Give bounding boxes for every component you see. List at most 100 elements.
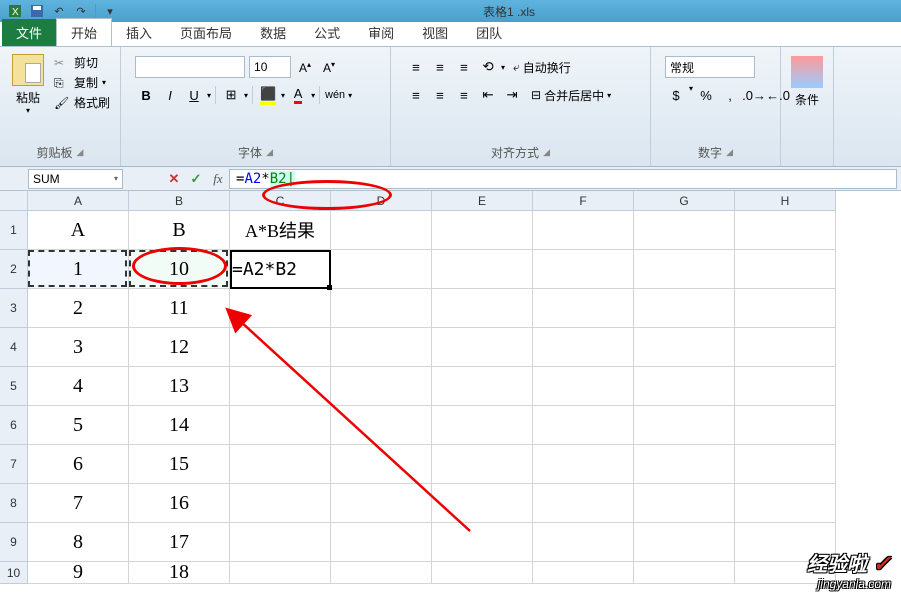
cell-B8[interactable]: 16 [129, 484, 230, 523]
cell-H3[interactable] [735, 289, 836, 328]
cell-C4[interactable] [230, 328, 331, 367]
cell-C6[interactable] [230, 406, 331, 445]
select-all-corner[interactable] [0, 191, 28, 211]
cell-E10[interactable] [432, 562, 533, 584]
undo-icon[interactable]: ↶ [51, 3, 67, 19]
cell-D3[interactable] [331, 289, 432, 328]
cell-G3[interactable] [634, 289, 735, 328]
fill-color-button[interactable]: ⬛ [257, 84, 279, 106]
border-button[interactable]: ⊞ [220, 84, 242, 106]
formula-input[interactable]: =A2*B2 [229, 169, 897, 189]
cancel-button[interactable]: ✕ [163, 169, 185, 189]
chevron-down-icon[interactable]: ▾ [689, 84, 693, 106]
cell-G4[interactable] [634, 328, 735, 367]
increase-indent-button[interactable]: ⇥ [501, 84, 523, 106]
col-header-G[interactable]: G [634, 191, 735, 211]
cell-F5[interactable] [533, 367, 634, 406]
merge-center-button[interactable]: ⊟合并后居中▾ [525, 84, 617, 106]
row-header-1[interactable]: 1 [0, 211, 28, 250]
orientation-button[interactable]: ⟲ [477, 56, 499, 78]
right-align-button[interactable]: ≡ [453, 84, 475, 106]
middle-align-button[interactable]: ≡ [429, 56, 451, 78]
tab-data[interactable]: 数据 [246, 19, 300, 46]
tab-team[interactable]: 团队 [462, 19, 516, 46]
cell-E4[interactable] [432, 328, 533, 367]
top-align-button[interactable]: ≡ [405, 56, 427, 78]
cell-H4[interactable] [735, 328, 836, 367]
cell-B10[interactable]: 18 [129, 562, 230, 584]
redo-icon[interactable]: ↷ [73, 3, 89, 19]
cell-G1[interactable] [634, 211, 735, 250]
cell-E5[interactable] [432, 367, 533, 406]
cell-H9[interactable] [735, 523, 836, 562]
row-header-10[interactable]: 10 [0, 562, 28, 584]
cell-H8[interactable] [735, 484, 836, 523]
cell-A7[interactable]: 6 [28, 445, 129, 484]
copy-button[interactable]: ⎘复制▾ [54, 74, 110, 91]
cell-H6[interactable] [735, 406, 836, 445]
cell-D2[interactable] [331, 250, 432, 289]
currency-button[interactable]: $ [665, 84, 687, 106]
left-align-button[interactable]: ≡ [405, 84, 427, 106]
cell-F6[interactable] [533, 406, 634, 445]
cell-A9[interactable]: 8 [28, 523, 129, 562]
cell-B4[interactable]: 12 [129, 328, 230, 367]
cell-C7[interactable] [230, 445, 331, 484]
fx-button[interactable]: fx [207, 169, 229, 189]
cut-button[interactable]: ✂剪切 [54, 54, 110, 71]
tab-insert[interactable]: 插入 [112, 19, 166, 46]
chevron-down-icon[interactable]: ▾ [311, 91, 315, 100]
cell-F4[interactable] [533, 328, 634, 367]
chevron-down-icon[interactable]: ▾ [348, 91, 352, 100]
cell-B2[interactable]: 10 [129, 250, 230, 289]
enter-button[interactable]: ✓ [185, 169, 207, 189]
cell-E8[interactable] [432, 484, 533, 523]
number-format-select[interactable] [665, 56, 755, 78]
col-header-A[interactable]: A [28, 191, 129, 211]
cell-F3[interactable] [533, 289, 634, 328]
cell-F10[interactable] [533, 562, 634, 584]
font-family-select[interactable] [135, 56, 245, 78]
percent-button[interactable]: % [695, 84, 717, 106]
phonetic-button[interactable]: wén [324, 84, 346, 106]
tab-review[interactable]: 审阅 [354, 19, 408, 46]
font-size-select[interactable] [249, 56, 291, 78]
underline-button[interactable]: U [183, 84, 205, 106]
col-header-B[interactable]: B [129, 191, 230, 211]
cell-E1[interactable] [432, 211, 533, 250]
col-header-C[interactable]: C [230, 191, 331, 211]
tab-view[interactable]: 视图 [408, 19, 462, 46]
cell-F8[interactable] [533, 484, 634, 523]
row-header-3[interactable]: 3 [0, 289, 28, 328]
tab-formula[interactable]: 公式 [300, 19, 354, 46]
row-header-7[interactable]: 7 [0, 445, 28, 484]
row-header-2[interactable]: 2 [0, 250, 28, 289]
bottom-align-button[interactable]: ≡ [453, 56, 475, 78]
cell-C9[interactable] [230, 523, 331, 562]
launcher-icon[interactable]: ◢ [266, 147, 273, 158]
cell-H5[interactable] [735, 367, 836, 406]
cell-G2[interactable] [634, 250, 735, 289]
cell-C3[interactable] [230, 289, 331, 328]
cell-A1[interactable]: A [28, 211, 129, 250]
cell-B5[interactable]: 13 [129, 367, 230, 406]
wrap-text-button[interactable]: ⤶自动换行 [507, 56, 577, 78]
cell-H2[interactable] [735, 250, 836, 289]
cell-B1[interactable]: B [129, 211, 230, 250]
cell-G10[interactable] [634, 562, 735, 584]
font-color-button[interactable]: A [287, 84, 309, 106]
format-painter-button[interactable]: 🖌格式刷 [54, 94, 110, 111]
cell-E2[interactable] [432, 250, 533, 289]
row-header-4[interactable]: 4 [0, 328, 28, 367]
cell-D7[interactable] [331, 445, 432, 484]
cell-A10[interactable]: 9 [28, 562, 129, 584]
row-header-6[interactable]: 6 [0, 406, 28, 445]
cell-C2[interactable]: =A2*B2 [230, 250, 331, 289]
row-header-8[interactable]: 8 [0, 484, 28, 523]
cell-C8[interactable] [230, 484, 331, 523]
cell-F7[interactable] [533, 445, 634, 484]
cell-D5[interactable] [331, 367, 432, 406]
cell-H1[interactable] [735, 211, 836, 250]
tab-file[interactable]: 文件 [2, 19, 56, 46]
cell-H7[interactable] [735, 445, 836, 484]
